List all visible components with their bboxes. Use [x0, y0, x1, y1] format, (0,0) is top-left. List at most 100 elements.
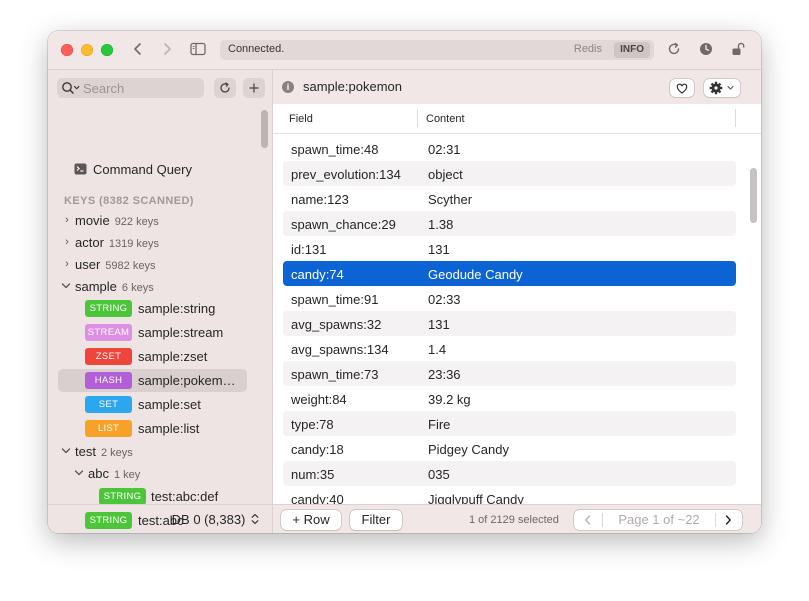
tree-group-sample[interactable]: sample 6 keys [48, 276, 262, 298]
minimize-window-button[interactable] [81, 44, 93, 56]
reload-button[interactable] [664, 40, 684, 60]
tree-group-actor[interactable]: › actor 1319 keys [48, 232, 262, 254]
tree-group-test[interactable]: test 2 keys [48, 441, 262, 463]
table-row[interactable]: id:131 131 [283, 236, 736, 261]
type-badge: LIST [85, 420, 132, 437]
search-field[interactable] [57, 78, 204, 98]
tree-key-sample-set[interactable]: SET sample:set [48, 394, 262, 416]
cell-field: num:35 [291, 467, 335, 482]
cell-content: Pidgey Candy [428, 442, 509, 457]
column-divider[interactable] [417, 109, 418, 127]
key-name: sample:string [138, 301, 216, 316]
add-key-button[interactable] [243, 78, 265, 98]
database-selector[interactable]: DB 0 (8,383) [172, 512, 259, 527]
group-count: 6 keys [121, 282, 154, 294]
cell-field: avg_spawns:32 [291, 317, 382, 332]
chevron-left-icon [134, 43, 141, 55]
group-name: sample [75, 279, 117, 294]
chevron-down-icon[interactable] [74, 466, 84, 483]
info-button[interactable]: INFO [614, 42, 650, 58]
tree-key-sample-zset[interactable]: ZSET sample:zset [48, 346, 262, 368]
info-icon[interactable]: i [282, 81, 294, 93]
settings-menu-button[interactable] [704, 79, 740, 97]
back-button[interactable] [128, 40, 148, 60]
tree-group-user[interactable]: › user 5982 keys [48, 254, 262, 276]
group-count: 922 keys [114, 216, 159, 228]
group-name: user [75, 257, 101, 272]
cell-field: candy:40 [291, 492, 344, 504]
chevron-right-icon[interactable]: › [62, 236, 72, 248]
filter-button[interactable]: Filter [350, 510, 402, 530]
previous-page-button[interactable] [574, 510, 602, 530]
cell-content: 1.4 [428, 342, 447, 357]
close-window-button[interactable] [61, 44, 73, 56]
cell-content: 39.2 kg [428, 392, 471, 407]
tree-key-sample-pokemon[interactable]: HASH sample:pokem… [48, 369, 262, 392]
toggle-sidebar-button[interactable] [188, 40, 208, 60]
group-name: abc [88, 466, 109, 481]
group-name: movie [75, 213, 110, 228]
type-badge: ZSET [85, 348, 132, 365]
tree-group-movie[interactable]: › movie 922 keys [48, 210, 262, 232]
sidebar-icon [190, 42, 206, 56]
column-header-content[interactable]: Content [426, 113, 465, 125]
sidebar: Command Query KEYS (8382 SCANNED) › movi… [48, 70, 273, 533]
add-row-button[interactable]: + Row [281, 510, 341, 530]
cell-field: candy:18 [291, 442, 344, 457]
history-button[interactable] [696, 40, 716, 60]
tree-key-sample-string[interactable]: STRING sample:string [48, 298, 262, 320]
table-footer: + Row Filter 1 of 2129 selected Page 1 o… [273, 504, 761, 533]
table-row[interactable]: num:35 035 [283, 461, 736, 486]
lock-button[interactable] [728, 40, 748, 60]
tree-key-sample-stream[interactable]: STREAM sample:stream [48, 322, 262, 344]
next-page-button[interactable] [714, 510, 742, 530]
cell-field: type:78 [291, 417, 334, 432]
chevron-down-icon[interactable] [61, 444, 71, 461]
refresh-icon [220, 82, 230, 93]
cell-content: Fire [428, 417, 451, 432]
table-row[interactable]: avg_spawns:32 131 [283, 311, 736, 336]
table-row[interactable]: spawn_chance:29 1.38 [283, 211, 736, 236]
page-indicator: Page 1 of ~22 [602, 513, 716, 527]
cell-field: id:131 [291, 242, 327, 257]
table-header: Field Content [273, 104, 761, 134]
cell-content: 1.38 [428, 217, 454, 232]
chevron-right-icon[interactable]: › [62, 258, 72, 270]
column-header-field[interactable]: Field [289, 113, 313, 125]
chevron-down-icon[interactable] [61, 279, 71, 296]
key-name: sample:zset [138, 349, 208, 364]
key-name: sample:pokem… [138, 373, 236, 388]
tree-key-sample-list[interactable]: LIST sample:list [48, 418, 262, 440]
cell-content: object [428, 167, 463, 182]
column-divider[interactable] [735, 109, 736, 127]
search-input[interactable] [83, 80, 198, 96]
favorite-button[interactable] [670, 79, 694, 97]
key-name: test:abc:def [151, 489, 219, 504]
key-title: sample:pokemon [303, 79, 402, 94]
chevron-right-icon[interactable]: › [62, 214, 72, 226]
table-scrollbar[interactable] [750, 168, 757, 223]
chevron-right-icon [725, 515, 731, 525]
table-row[interactable]: avg_spawns:134 1.4 [283, 336, 736, 361]
tree-group-abc[interactable]: abc 1 key [48, 463, 262, 485]
group-count: 1319 keys [108, 238, 160, 250]
table-row[interactable]: weight:84 39.2 kg [283, 386, 736, 411]
table-row[interactable]: name:123 Scyther [283, 186, 736, 211]
table-row[interactable]: spawn_time:73 23:36 [283, 361, 736, 386]
refresh-keys-button[interactable] [214, 78, 236, 98]
table-row[interactable]: candy:40 Jigglypuff Candy [283, 486, 736, 504]
table-row[interactable]: prev_evolution:134 object [283, 161, 736, 186]
zoom-window-button[interactable] [101, 44, 113, 56]
heart-icon [676, 83, 688, 94]
up-down-chevron-icon [251, 513, 259, 525]
forward-button[interactable] [157, 40, 177, 60]
sidebar-scrollbar[interactable] [261, 110, 268, 148]
table-row-selected[interactable]: candy:74 Geodude Candy [283, 261, 736, 286]
table-row[interactable]: spawn_time:91 02:33 [283, 286, 736, 311]
title-bar: Connected. Redis INFO [48, 31, 761, 70]
table-row[interactable]: type:78 Fire [283, 411, 736, 436]
table-row[interactable]: spawn_time:48 02:31 [283, 136, 736, 161]
table-row[interactable]: candy:18 Pidgey Candy [283, 436, 736, 461]
cell-field: spawn_time:91 [291, 292, 379, 307]
type-badge: STREAM [85, 324, 132, 341]
